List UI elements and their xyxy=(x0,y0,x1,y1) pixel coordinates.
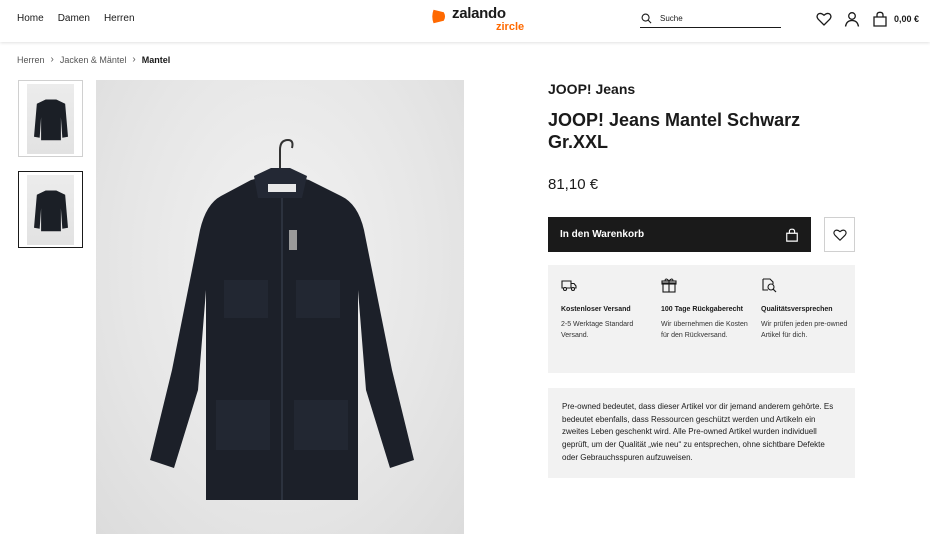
bag-icon[interactable] xyxy=(872,11,888,27)
search-icon[interactable] xyxy=(641,13,652,24)
add-to-cart-button[interactable]: In den Warenkorb xyxy=(548,217,811,252)
logo-word: zalando xyxy=(452,5,506,22)
zalando-zircle-logo[interactable]: zalando zircle xyxy=(431,6,524,33)
benefits-panel: Kostenloser Versand 2-5 Werktage Standar… xyxy=(548,265,855,373)
heart-icon[interactable] xyxy=(816,11,832,27)
benefit-desc: Wir prüfen jeden pre-owned Artikel für d… xyxy=(761,321,848,339)
benefit-shipping: Kostenloser Versand 2-5 Werktage Standar… xyxy=(561,277,649,341)
thumbnail-image xyxy=(27,174,74,245)
jacket-graphic xyxy=(150,138,414,500)
benefit-desc: Wir übernehmen die Kosten für den Rückve… xyxy=(661,321,748,339)
heart-icon xyxy=(832,229,847,241)
main-nav: Home Damen Herren xyxy=(17,13,135,24)
nav-home[interactable]: Home xyxy=(17,13,44,24)
add-to-wishlist-button[interactable] xyxy=(824,217,855,252)
chevron-right-icon: › xyxy=(132,54,136,65)
thumbnail-image xyxy=(27,83,74,154)
jacket-thumbnail-graphic xyxy=(33,99,68,140)
nav-damen[interactable]: Damen xyxy=(58,13,90,24)
product-main-image[interactable] xyxy=(96,80,464,534)
user-icon[interactable] xyxy=(844,11,860,27)
breadcrumb-herren[interactable]: Herren xyxy=(17,55,45,65)
benefit-title: Qualitätsversprechen xyxy=(761,306,833,313)
breadcrumb-current: Mantel xyxy=(141,54,171,65)
breadcrumb: Herren › Jacken & Mäntel › Mantel xyxy=(17,54,170,65)
product-brand[interactable]: JOOP! Jeans xyxy=(548,81,635,97)
product-title: JOOP! Jeans Mantel Schwarz Gr.XXL xyxy=(548,110,801,152)
thumbnail-2[interactable] xyxy=(18,171,83,248)
gift-icon xyxy=(661,278,677,293)
nav-herren[interactable]: Herren xyxy=(104,13,135,24)
benefit-desc: 2-5 Werktage Standard Versand. xyxy=(561,321,634,339)
quality-icon xyxy=(762,278,777,293)
preowned-info: Pre-owned bedeutet, dass dieser Artikel … xyxy=(548,388,855,478)
logo-sub: zircle xyxy=(496,21,525,33)
header: Home Damen Herren zalando zircle 0,00 € xyxy=(0,0,930,42)
benefit-title: Kostenloser Versand xyxy=(561,306,631,313)
truck-icon xyxy=(561,280,577,292)
jacket-thumbnail-graphic xyxy=(33,190,68,231)
benefit-title: 100 Tage Rückgaberecht xyxy=(661,306,743,313)
add-to-cart-label: In den Warenkorb xyxy=(560,229,645,240)
chevron-right-icon: › xyxy=(50,54,54,65)
benefit-quality: Qualitätsversprechen Wir prüfen jeden pr… xyxy=(761,277,849,341)
product-price: 81,10 € xyxy=(548,176,599,193)
search-input[interactable] xyxy=(660,14,770,23)
breadcrumb-jacken-maentel[interactable]: Jacken & Mäntel xyxy=(60,55,127,65)
zalando-logo-icon xyxy=(432,9,446,24)
thumbnail-1[interactable] xyxy=(18,80,83,157)
search-bar xyxy=(640,10,781,28)
cart-total[interactable]: 0,00 € xyxy=(894,14,919,24)
bag-icon xyxy=(786,228,798,242)
benefit-returns: 100 Tage Rückgaberecht Wir übernehmen di… xyxy=(661,277,749,341)
